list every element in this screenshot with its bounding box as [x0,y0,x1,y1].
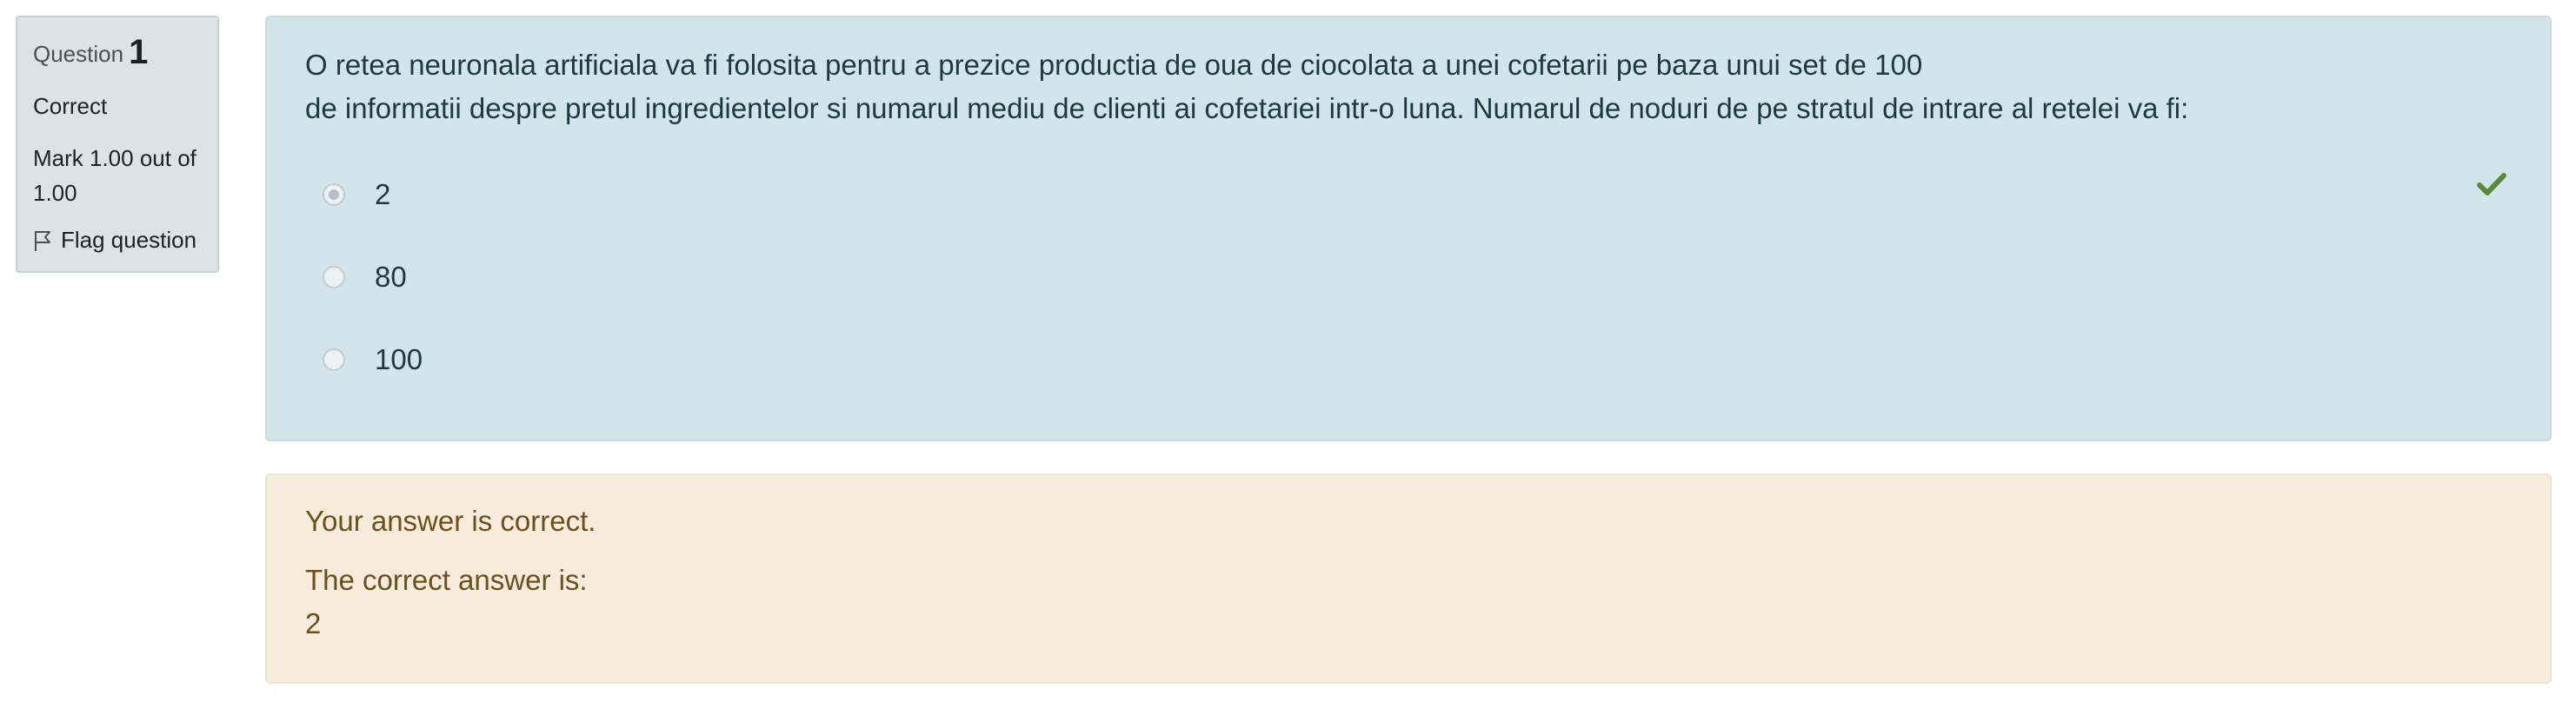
quiz-review-page: Question 1 Correct Mark 1.00 out of 1.00 … [0,0,2576,702]
feedback-text: Your answer is correct. [305,505,596,537]
flag-question-label: Flag question [61,226,197,253]
answer-label: 80 [375,260,407,293]
answer-radio-2[interactable] [323,182,345,206]
answer-option-2[interactable]: 2 [305,153,2512,235]
question-text-line-1: O retea neuronala artificiala va fi folo… [305,49,1923,81]
question-info-panel: Question 1 Correct Mark 1.00 out of 1.00 … [16,16,219,273]
question-formulation: O retea neuronala artificiala va fi folo… [265,16,2552,441]
answer-option-80[interactable]: 80 [305,235,2512,318]
question-number: 1 [129,33,149,71]
answer-options: 2 80 100 [305,153,2512,401]
answer-label: 2 [375,177,391,210]
question-label: Question [33,41,124,67]
correct-answer-value: 2 [305,607,322,639]
question-grade: Mark 1.00 out of 1.00 [33,144,196,206]
answer-option-100[interactable]: 100 [305,318,2512,401]
question-text: O retea neuronala artificiala va fi folo… [305,43,2512,130]
answer-label: 100 [375,342,423,375]
question-text-line-2: de informatii despre pretul ingredientel… [305,92,2189,124]
checkmark-icon [2477,173,2506,195]
flag-question-button[interactable]: Flag question [33,226,202,255]
outcome-feedback: Your answer is correct. The correct answ… [265,474,2552,684]
correct-answer: The correct answer is: 2 [305,559,2512,646]
answer-radio-80[interactable] [323,265,345,288]
flag-icon [35,230,50,251]
question-number-line: Question 1 [33,30,202,75]
question-state: Correct [33,93,108,119]
answer-radio-100[interactable] [323,348,345,371]
correct-answer-label: The correct answer is: [305,564,588,596]
